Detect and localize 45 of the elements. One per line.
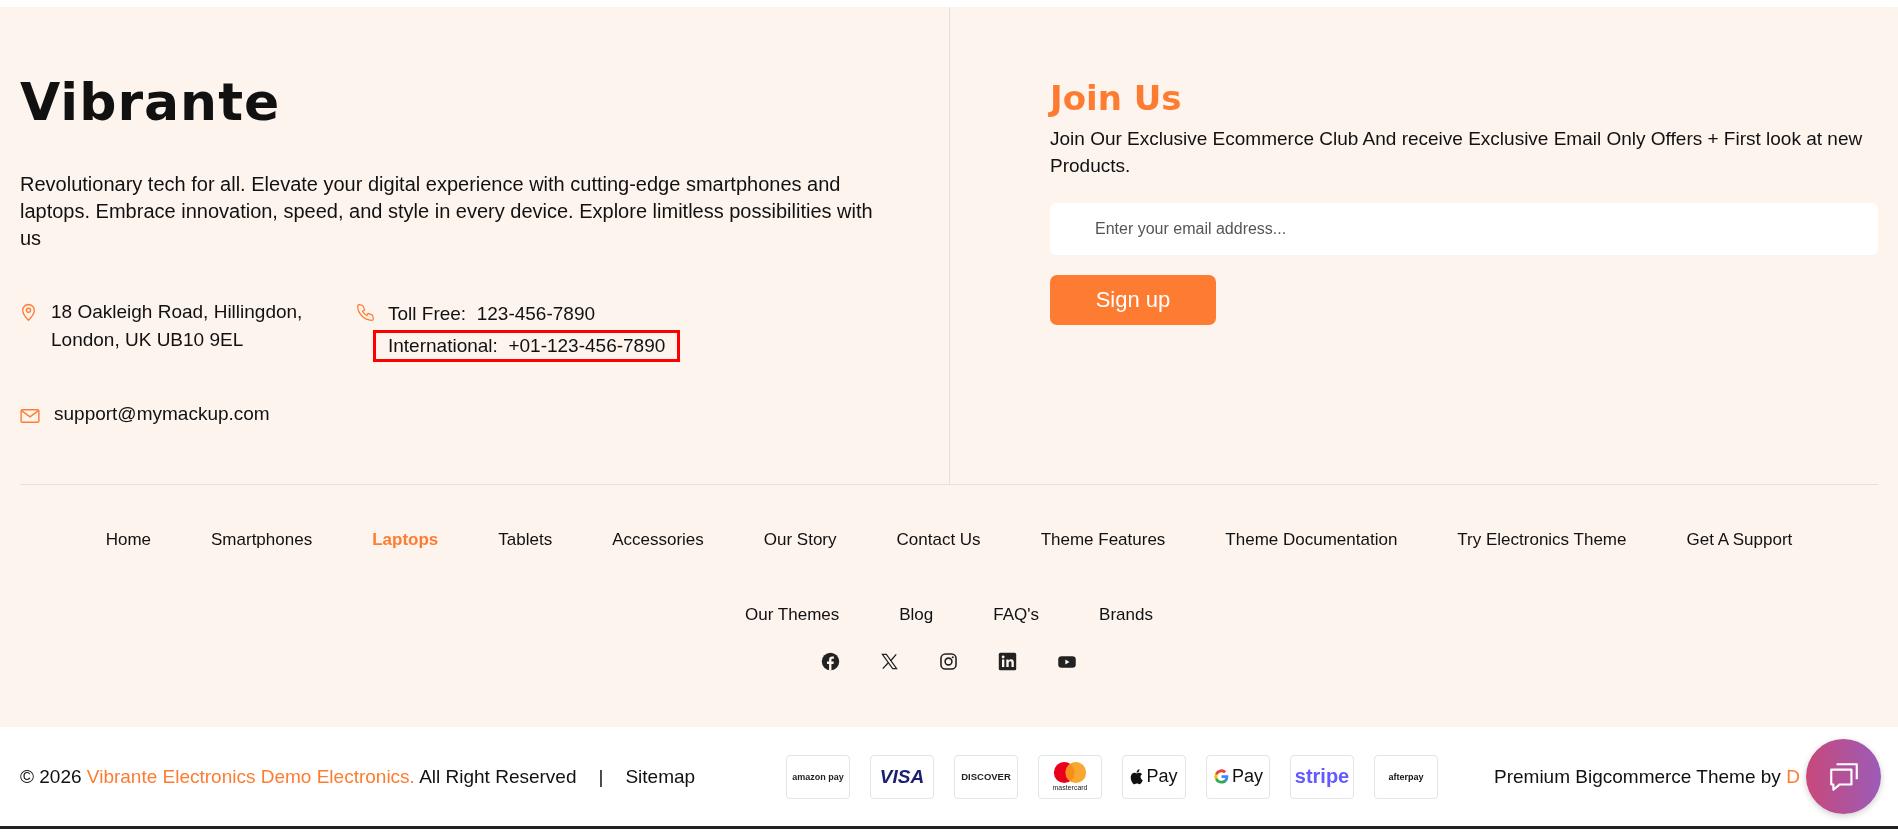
address: 18 Oakleigh Road, Hillingdon, London, UK UB10 9EL bbox=[51, 300, 303, 352]
nav-link[interactable]: Smartphones bbox=[211, 525, 313, 555]
facebook-icon[interactable] bbox=[821, 652, 840, 671]
email-link[interactable]: support@mymackup.com bbox=[54, 400, 270, 428]
theme-credit: Premium Bigcommerce Theme by D bbox=[1494, 765, 1800, 788]
payment-logo: stripe bbox=[1290, 754, 1354, 799]
payment-logo: DISCOVER bbox=[954, 754, 1018, 799]
newsletter-text: Join Our Exclusive Ecommerce Club And receive Exclusive Email Only Offers + First look at new Products. bbox=[1050, 127, 1864, 178]
payment-logo: afterpay bbox=[1374, 754, 1438, 799]
nav-link[interactable]: Theme Documentation bbox=[1225, 525, 1398, 555]
nav-link[interactable]: Accessories bbox=[612, 525, 704, 555]
nav-link[interactable]: FAQ's bbox=[993, 600, 1040, 630]
copyright-text: © 2026 Vibrante Electronics Demo Electronics. All Right Reserved bbox=[20, 765, 577, 788]
nav-link[interactable]: Our Themes bbox=[745, 600, 840, 630]
email-input[interactable]: Enter your email address... bbox=[1050, 203, 1878, 255]
nav-link[interactable]: Theme Features bbox=[1040, 525, 1166, 555]
overlapping-circles-icon bbox=[1051, 761, 1089, 784]
nav-link[interactable]: Contact Us bbox=[896, 525, 981, 555]
google-g-icon bbox=[1213, 768, 1230, 785]
nav-link[interactable]: Our Story bbox=[763, 525, 837, 555]
apple-icon bbox=[1130, 768, 1145, 785]
separator: | bbox=[598, 765, 604, 788]
payment-logo: Pay bbox=[1206, 754, 1270, 799]
phone-number[interactable]: International: +01-123-456-7890 bbox=[373, 330, 681, 362]
nav-link[interactable]: Try Electronics Theme bbox=[1457, 525, 1627, 555]
nav-link[interactable]: Get A Support bbox=[1686, 525, 1793, 555]
payment-logo: Pay bbox=[1122, 754, 1186, 799]
nav-link[interactable]: Blog bbox=[899, 600, 934, 630]
nav-link[interactable]: Home bbox=[105, 525, 152, 555]
envelope-icon bbox=[20, 408, 40, 424]
linkedin-icon[interactable] bbox=[998, 652, 1017, 671]
logo[interactable]: Vibrante bbox=[20, 71, 281, 133]
chat-button[interactable] bbox=[1806, 739, 1881, 814]
location-pin-icon bbox=[20, 302, 37, 322]
brand-description: Revolutionary tech for all. Elevate your digital experience with cutting-edge smartphones and laptops. Embrace innovation, speed, and style in every device. Explore limitless possibilities with us bbox=[20, 172, 874, 251]
x-icon[interactable] bbox=[880, 652, 899, 671]
nav-link[interactable]: Brands bbox=[1099, 600, 1153, 630]
payment-logo: VISA bbox=[870, 754, 934, 799]
phone-number[interactable]: Toll Free: 123-456-7890 bbox=[373, 298, 681, 330]
sitemap-link[interactable]: Sitemap bbox=[625, 765, 696, 788]
phone-icon bbox=[355, 302, 376, 323]
nav-link[interactable]: Tablets bbox=[498, 525, 553, 555]
newsletter-title: Join Us bbox=[1050, 77, 1183, 120]
payment-logo: amazon pay bbox=[786, 754, 850, 799]
instagram-icon[interactable] bbox=[939, 652, 958, 671]
